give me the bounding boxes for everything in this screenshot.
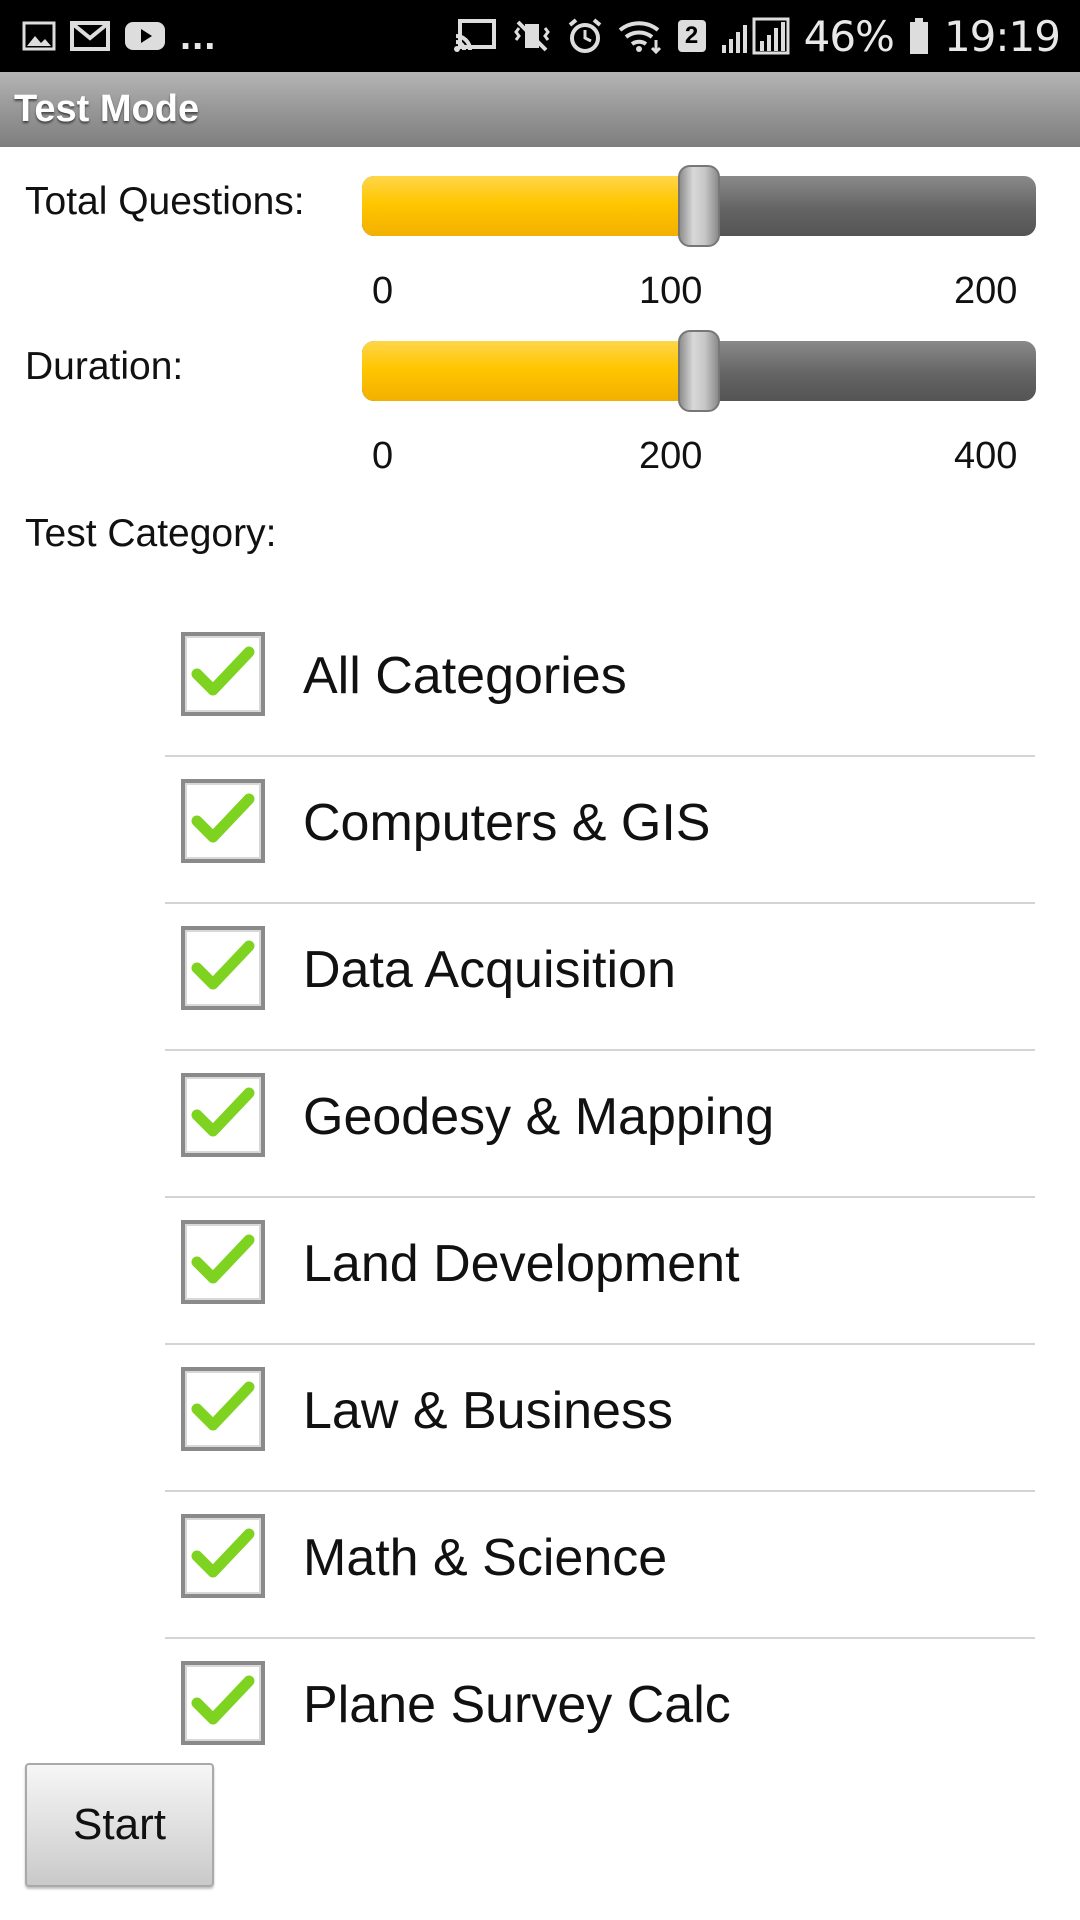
status-bar-notifications: ... xyxy=(22,14,216,59)
category-item[interactable]: Law & Business xyxy=(165,1345,1035,1492)
category-item[interactable]: Data Acquisition xyxy=(165,904,1035,1051)
status-bar-system: 2 46% 19:19 xyxy=(453,11,1061,61)
checkmark-icon xyxy=(191,1087,255,1137)
alarm-icon xyxy=(566,17,604,55)
category-item[interactable]: Math & Science xyxy=(165,1492,1035,1639)
category-checkbox[interactable] xyxy=(181,1220,265,1304)
category-label: Computers & GIS xyxy=(303,794,711,852)
duration-tick-mid: 200 xyxy=(639,435,703,477)
checkmark-icon xyxy=(191,940,255,990)
category-checkbox[interactable] xyxy=(181,1367,265,1451)
category-label: Law & Business xyxy=(303,1382,673,1440)
category-item[interactable]: All Categories xyxy=(165,610,1035,757)
duration-slider-thumb[interactable] xyxy=(678,330,720,412)
checkmark-icon xyxy=(191,1381,255,1431)
category-item[interactable]: Plane Survey Calc xyxy=(165,1639,1035,1786)
category-item[interactable]: Computers & GIS xyxy=(165,757,1035,904)
duration-tick-min: 0 xyxy=(372,435,394,477)
category-label: Land Development xyxy=(303,1235,740,1293)
test-category-label: Test Category: xyxy=(25,512,277,555)
category-label: Geodesy & Mapping xyxy=(303,1088,775,1146)
category-checkbox[interactable] xyxy=(181,1661,265,1745)
clock: 19:19 xyxy=(943,11,1061,61)
total-questions-slider-fill xyxy=(362,176,699,236)
start-button[interactable]: Start xyxy=(25,1763,214,1887)
checkmark-icon xyxy=(191,1234,255,1284)
category-item[interactable]: Geodesy & Mapping xyxy=(165,1051,1035,1198)
wifi-icon xyxy=(618,18,664,54)
youtube-icon xyxy=(124,21,166,51)
total-questions-tick-mid: 100 xyxy=(639,270,703,312)
duration-label: Duration: xyxy=(25,345,184,388)
category-item[interactable]: Land Development xyxy=(165,1198,1035,1345)
checkmark-icon xyxy=(191,1528,255,1578)
category-label: Plane Survey Calc xyxy=(303,1676,731,1734)
checkmark-icon xyxy=(191,646,255,696)
checkmark-icon xyxy=(191,1675,255,1725)
cast-icon xyxy=(453,18,498,54)
category-checkbox[interactable] xyxy=(181,1514,265,1598)
title-bar: Test Mode xyxy=(0,72,1080,147)
category-checkbox[interactable] xyxy=(181,632,265,716)
sim-badge: 2 xyxy=(677,20,706,52)
category-checkbox[interactable] xyxy=(181,779,265,863)
total-questions-label: Total Questions: xyxy=(25,180,305,223)
category-label: Data Acquisition xyxy=(303,941,676,999)
category-checkbox[interactable] xyxy=(181,926,265,1010)
category-checkbox[interactable] xyxy=(181,1073,265,1157)
total-questions-tick-max: 200 xyxy=(954,270,1018,312)
mute-vibrate-icon xyxy=(512,18,552,54)
total-questions-tick-min: 0 xyxy=(372,270,394,312)
total-questions-slider-thumb[interactable] xyxy=(678,165,720,247)
duration-tick-max: 400 xyxy=(954,435,1018,477)
signal-icon xyxy=(720,17,790,55)
gmail-icon xyxy=(70,20,110,52)
image-icon xyxy=(22,21,56,51)
duration-slider-fill xyxy=(362,341,699,401)
category-label: All Categories xyxy=(303,647,627,705)
status-bar: ... 2 46% 19:19 xyxy=(0,0,1080,72)
battery-percentage: 46% xyxy=(803,11,895,61)
more-notifications-indicator: ... xyxy=(180,13,217,58)
category-list: All Categories Computers & GIS Data Acqu… xyxy=(165,610,1035,1786)
battery-icon xyxy=(908,17,930,55)
category-label: Math & Science xyxy=(303,1529,668,1587)
page-title: Test Mode xyxy=(14,88,200,130)
checkmark-icon xyxy=(191,793,255,843)
sim-badge-label: 2 xyxy=(684,22,699,49)
